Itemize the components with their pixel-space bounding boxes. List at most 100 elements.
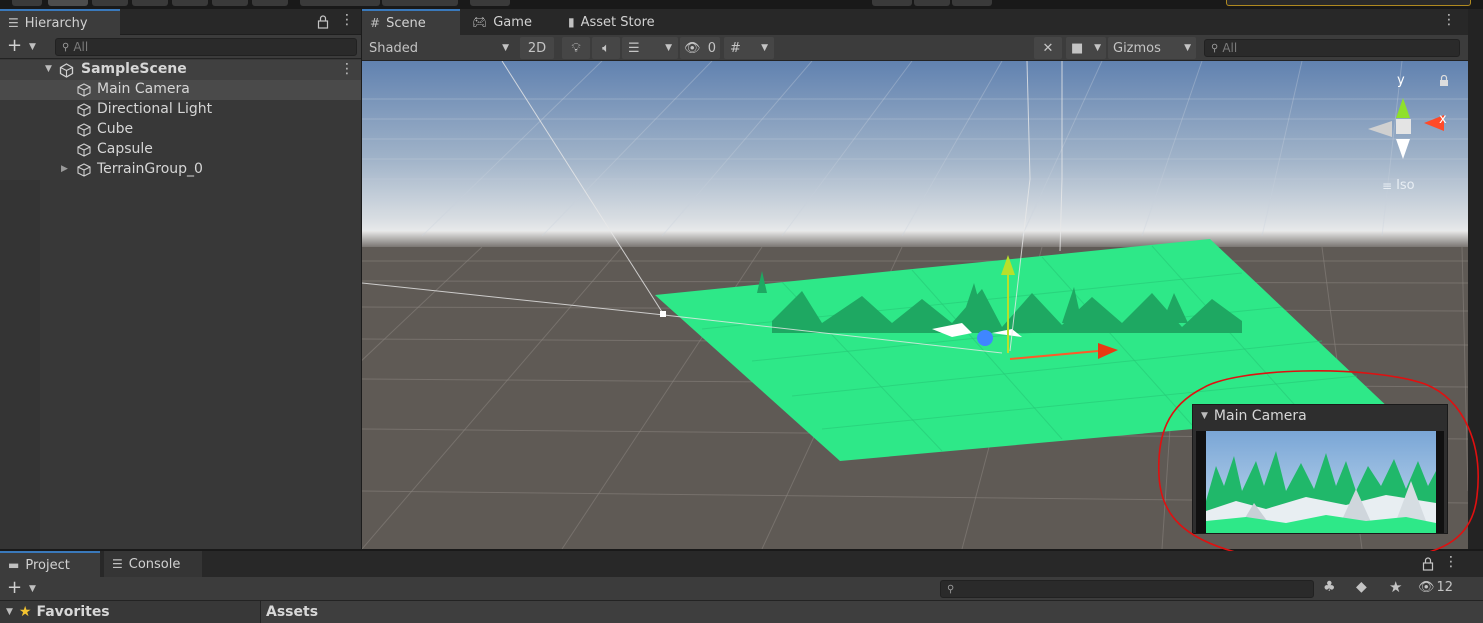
lock-icon[interactable] bbox=[1439, 75, 1449, 87]
tab-project[interactable]: ▬ Project bbox=[0, 551, 100, 577]
2d-label: 2D bbox=[527, 40, 547, 56]
lock-icon[interactable] bbox=[317, 15, 329, 29]
toolbar-button[interactable] bbox=[914, 0, 950, 6]
kebab-menu-icon[interactable]: ⋮ bbox=[1444, 554, 1458, 570]
toolbar-button[interactable] bbox=[382, 0, 458, 6]
layers-icon: ☰ bbox=[628, 40, 640, 56]
tab-label: Scene bbox=[386, 15, 426, 31]
menu-lines-icon: ≡ bbox=[1382, 178, 1393, 193]
camera-icon: ■ bbox=[1071, 40, 1084, 56]
toolbar-button[interactable] bbox=[470, 0, 510, 6]
toolbar-button[interactable] bbox=[12, 0, 42, 6]
assets-breadcrumb[interactable]: Assets bbox=[260, 601, 1483, 623]
gameobject-cube-icon bbox=[77, 103, 91, 117]
star-icon[interactable]: ★ bbox=[1389, 578, 1402, 596]
kebab-menu-icon[interactable]: ⋮ bbox=[1442, 12, 1456, 28]
hierarchy-search-input[interactable]: ⚲ All bbox=[55, 38, 357, 56]
grid-icon: # bbox=[370, 16, 381, 30]
hidden-count: 0 bbox=[707, 40, 716, 56]
effects-dropdown[interactable]: ☰ ▼ bbox=[622, 37, 678, 59]
projection-label: Iso bbox=[1396, 178, 1415, 193]
tab-console[interactable]: ☰ Console bbox=[104, 551, 202, 577]
toolbar-field[interactable] bbox=[1226, 0, 1471, 6]
search-placeholder: All bbox=[1222, 41, 1238, 55]
chevron-right-icon[interactable]: ▶ bbox=[61, 164, 68, 174]
tab-game[interactable]: 🎮︎ Game bbox=[464, 9, 554, 35]
toolbar-button[interactable] bbox=[952, 0, 992, 6]
chevron-down-icon[interactable]: ▼ bbox=[6, 607, 13, 617]
eye-slash-icon: 👁︎ bbox=[684, 40, 701, 56]
add-icon[interactable]: + bbox=[7, 579, 22, 597]
add-icon[interactable]: + bbox=[7, 37, 22, 55]
wrench-icon: ✕ bbox=[1042, 40, 1054, 56]
hierarchy-item-capsule[interactable]: Capsule bbox=[0, 140, 361, 160]
grid-dropdown[interactable]: # ▼ bbox=[724, 37, 774, 59]
unity-scene-icon bbox=[59, 63, 74, 78]
annotation-circle bbox=[1157, 370, 1479, 563]
assets-label: Assets bbox=[266, 604, 319, 620]
hierarchy-item-directional-light[interactable]: Directional Light bbox=[0, 100, 361, 120]
tab-label: Console bbox=[128, 556, 181, 572]
chevron-down-icon[interactable]: ▼ bbox=[45, 64, 52, 74]
2d-toggle[interactable]: 2D bbox=[520, 37, 554, 59]
hidden-count: 12 bbox=[1436, 580, 1454, 595]
gameobject-cube-icon bbox=[77, 123, 91, 137]
gameobject-cube-icon bbox=[77, 83, 91, 97]
hierarchy-item-terraingroup[interactable]: ▶ TerrainGroup_0 bbox=[0, 160, 361, 180]
kebab-menu-icon[interactable]: ⋮ bbox=[340, 12, 354, 28]
item-label: Capsule bbox=[97, 141, 153, 157]
toolbar-button[interactable] bbox=[252, 0, 288, 6]
lightbulb-icon: 💡︎ bbox=[571, 40, 581, 56]
toolbar-button[interactable] bbox=[92, 0, 128, 6]
filter-by-type-icon[interactable]: ♣ bbox=[1323, 579, 1336, 595]
tab-label: Asset Store bbox=[580, 14, 655, 30]
kebab-menu-icon[interactable]: ⋮ bbox=[340, 61, 354, 77]
toolbar-button[interactable] bbox=[212, 0, 248, 6]
camera-dropdown[interactable]: ■ ▼ bbox=[1066, 37, 1106, 59]
sky bbox=[362, 61, 1468, 236]
hidden-objects-toggle[interactable]: 👁︎ 0 bbox=[680, 37, 720, 59]
chevron-down-icon[interactable]: ▼ bbox=[29, 584, 36, 594]
gameobject-cube-icon bbox=[77, 143, 91, 157]
projection-toggle[interactable]: ≡ Iso bbox=[1382, 178, 1415, 193]
chevron-down-icon: ▼ bbox=[665, 43, 672, 53]
tab-hierarchy[interactable]: ☰ Hierarchy bbox=[0, 9, 120, 35]
star-icon: ★ bbox=[18, 604, 32, 620]
favorites-label: Favorites bbox=[36, 604, 110, 620]
hierarchy-gutter bbox=[0, 180, 40, 549]
axis-y-label: y bbox=[1397, 73, 1405, 88]
chevron-down-icon[interactable]: ▼ bbox=[29, 42, 36, 52]
toolbar-button[interactable] bbox=[132, 0, 168, 6]
tab-scene[interactable]: # Scene bbox=[362, 9, 460, 35]
hidden-packages-toggle[interactable]: 👁︎ 12 bbox=[1418, 580, 1453, 595]
toolbar-button[interactable] bbox=[300, 0, 380, 6]
tools-button[interactable]: ✕ bbox=[1034, 37, 1062, 59]
tab-label: Game bbox=[493, 14, 532, 30]
shading-mode-value: Shaded bbox=[369, 40, 418, 56]
gizmos-dropdown[interactable]: Gizmos ▼ bbox=[1108, 37, 1196, 59]
chevron-down-icon: ▼ bbox=[1094, 43, 1101, 53]
toolbar-button[interactable] bbox=[872, 0, 912, 6]
console-icon: ☰ bbox=[112, 557, 123, 571]
audio-toggle[interactable]: 🔈︎ bbox=[592, 37, 620, 59]
favorites-row[interactable]: ▼ ★ Favorites bbox=[0, 601, 258, 623]
scene-row[interactable]: ▼ SampleScene ⋮ bbox=[0, 60, 361, 80]
project-toolbar: + ▼ ⚲ ♣ ◆ ★ 👁︎ 12 bbox=[0, 577, 1483, 601]
hierarchy-tree: ▼ SampleScene ⋮ Main Camera Directional … bbox=[0, 60, 361, 549]
scene-search-input[interactable]: ⚲ All bbox=[1204, 39, 1460, 57]
toolbar-button[interactable] bbox=[172, 0, 208, 6]
tab-asset-store[interactable]: ▮ Asset Store bbox=[560, 9, 680, 35]
shading-mode-dropdown[interactable]: Shaded ▼ bbox=[365, 37, 513, 59]
lock-icon[interactable] bbox=[1422, 557, 1434, 571]
item-label: TerrainGroup_0 bbox=[97, 161, 203, 177]
axis-x-label: x bbox=[1439, 112, 1447, 127]
hierarchy-item-cube[interactable]: Cube bbox=[0, 120, 361, 140]
toolbar-button[interactable] bbox=[48, 0, 88, 6]
search-icon: ⚲ bbox=[947, 583, 955, 595]
label-tag-icon[interactable]: ◆ bbox=[1356, 579, 1367, 595]
search-icon: ⚲ bbox=[1211, 42, 1219, 54]
lighting-toggle[interactable]: 💡︎ bbox=[562, 37, 590, 59]
hierarchy-item-main-camera[interactable]: Main Camera bbox=[0, 80, 361, 100]
project-search-input[interactable]: ⚲ bbox=[940, 580, 1314, 598]
tab-label: Hierarchy bbox=[24, 15, 88, 31]
